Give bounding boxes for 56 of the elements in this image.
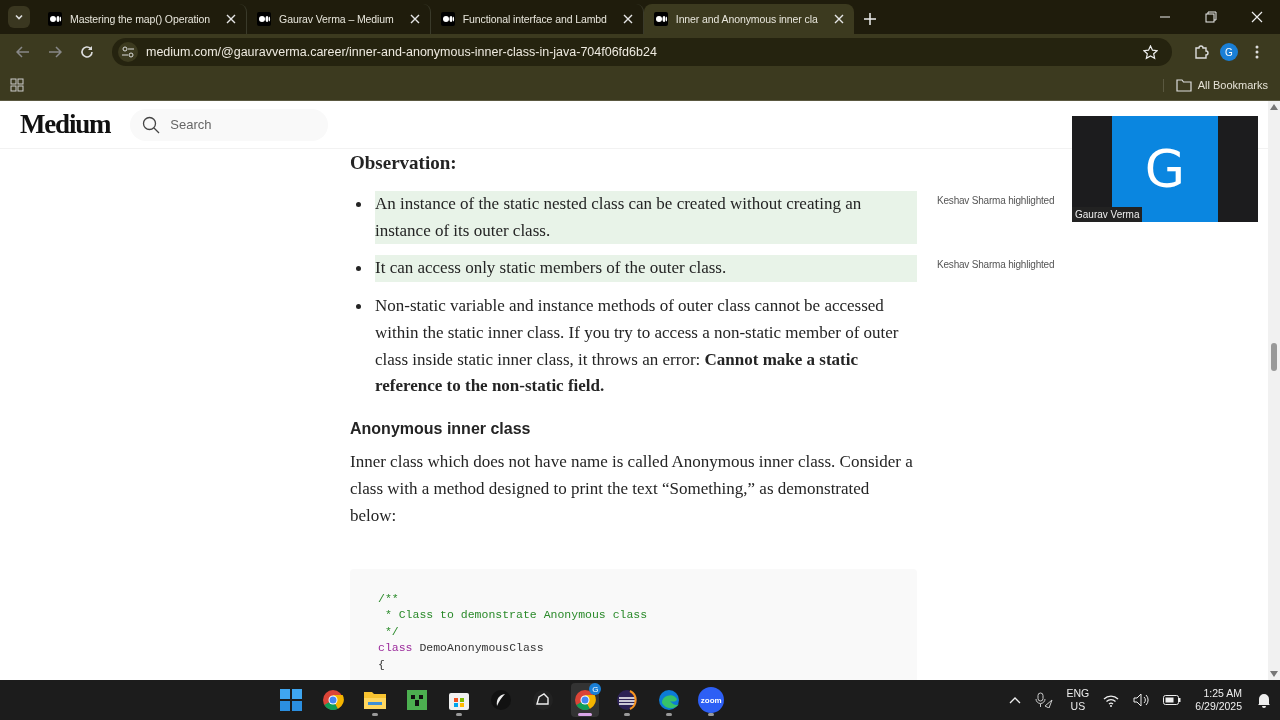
search-field[interactable]: Search [130,108,329,141]
tab-list-button[interactable] [8,6,30,28]
wifi-icon[interactable] [1103,693,1120,707]
bullet-text: Non-static variable and instance methods of outer class cannot be accessed within the static inner class. If you try to access a non-static member of outer class inside static inner class, it throws an error: Cannot make a static reference to the non-static field. [375,295,900,398]
highlight-note[interactable]: Keshav Sharma highlighted [937,259,1055,271]
search-icon [142,115,161,134]
close-icon[interactable] [833,14,844,24]
highlight-note[interactable]: Keshav Sharma highlighted [937,195,1055,206]
code-line: /** [378,590,400,607]
volume-icon[interactable] [1133,693,1150,707]
participant-name: Gaurav Verma [1072,207,1143,222]
notification-bell-icon[interactable] [1256,692,1272,708]
medium-favicon-icon [653,12,668,26]
section-heading: Anonymous inner class [350,419,532,438]
language-indicator[interactable]: ENG US [1066,687,1090,713]
bullet-icon [356,304,361,310]
paragraph: Inner class which does not have name is called Anonymous inner class. Consider a class with a method designed to print the text “Something,” as demonstrated below: [350,450,914,527]
address-bar[interactable]: medium.com/@gauravverma.career/inner-and-anonymous-inner-class-in-java-704f06fd6b24 [112,38,1172,66]
medium-favicon-icon [48,12,62,26]
folder-icon [1175,78,1192,92]
chevron-up-icon[interactable] [1008,696,1021,704]
url-text: medium.com/@gauravverma.career/inner-and-anonymous-inner-class-in-java-704f06fd6b24 [146,45,658,59]
scrollbar-thumb[interactable] [1271,343,1277,371]
code-line: * Class to demonstrate Anonymous class [383,607,649,624]
close-icon[interactable] [1251,11,1263,23]
code-line: */ [383,623,400,640]
all-bookmarks-button[interactable]: All Bookmarks [1162,78,1268,92]
close-icon[interactable] [226,14,237,24]
microphone-icon[interactable] [1034,692,1053,708]
battery-icon[interactable] [1163,695,1182,705]
new-tab-icon[interactable] [863,13,876,25]
chrome-app-icon[interactable]: G [571,683,600,717]
medium-favicon-icon [257,12,272,26]
clock[interactable]: 1:25 AM 6/29/2025 [1195,687,1242,713]
close-icon[interactable] [622,14,633,24]
bullet-text: It can access only static members of the outer class. [375,255,917,283]
code-line: class DemoAnonymousClass [378,640,545,657]
bookmark-star-icon[interactable] [1143,44,1158,60]
site-logo[interactable]: Medium [20,109,111,140]
scrollbar[interactable] [1268,101,1280,680]
participant-initial: G [1144,139,1186,199]
close-icon[interactable] [409,14,420,24]
bullet-icon [356,202,361,207]
site-settings-icon[interactable] [118,42,138,62]
store-bag-icon [449,690,470,710]
scroll-down-icon[interactable] [1270,671,1278,677]
section-label: Observation: [350,151,458,175]
browser-tab[interactable]: Inner and Anonymous inner cla [643,4,854,34]
medium-favicon-icon [440,12,455,26]
bullet-text: An instance of the static nested class can be created without creating an instance of its outer class. [375,191,917,245]
profile-badge: G [589,683,602,695]
profile-avatar[interactable]: G [1220,43,1238,61]
code-line: { [378,656,386,673]
bullet-icon [356,266,361,272]
restore-icon[interactable] [1205,11,1217,23]
scroll-up-icon[interactable] [1270,104,1278,110]
